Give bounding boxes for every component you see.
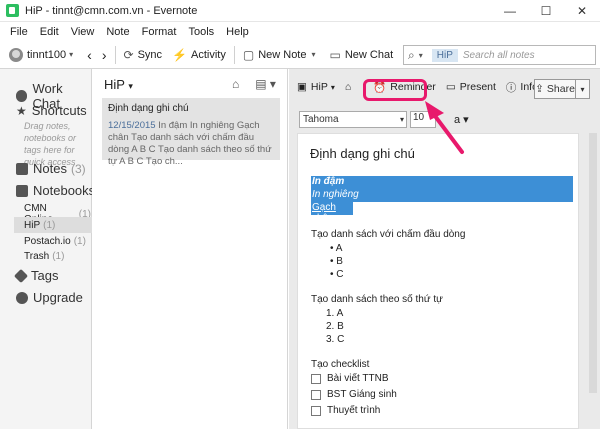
annotation-arrow [425,101,464,154]
